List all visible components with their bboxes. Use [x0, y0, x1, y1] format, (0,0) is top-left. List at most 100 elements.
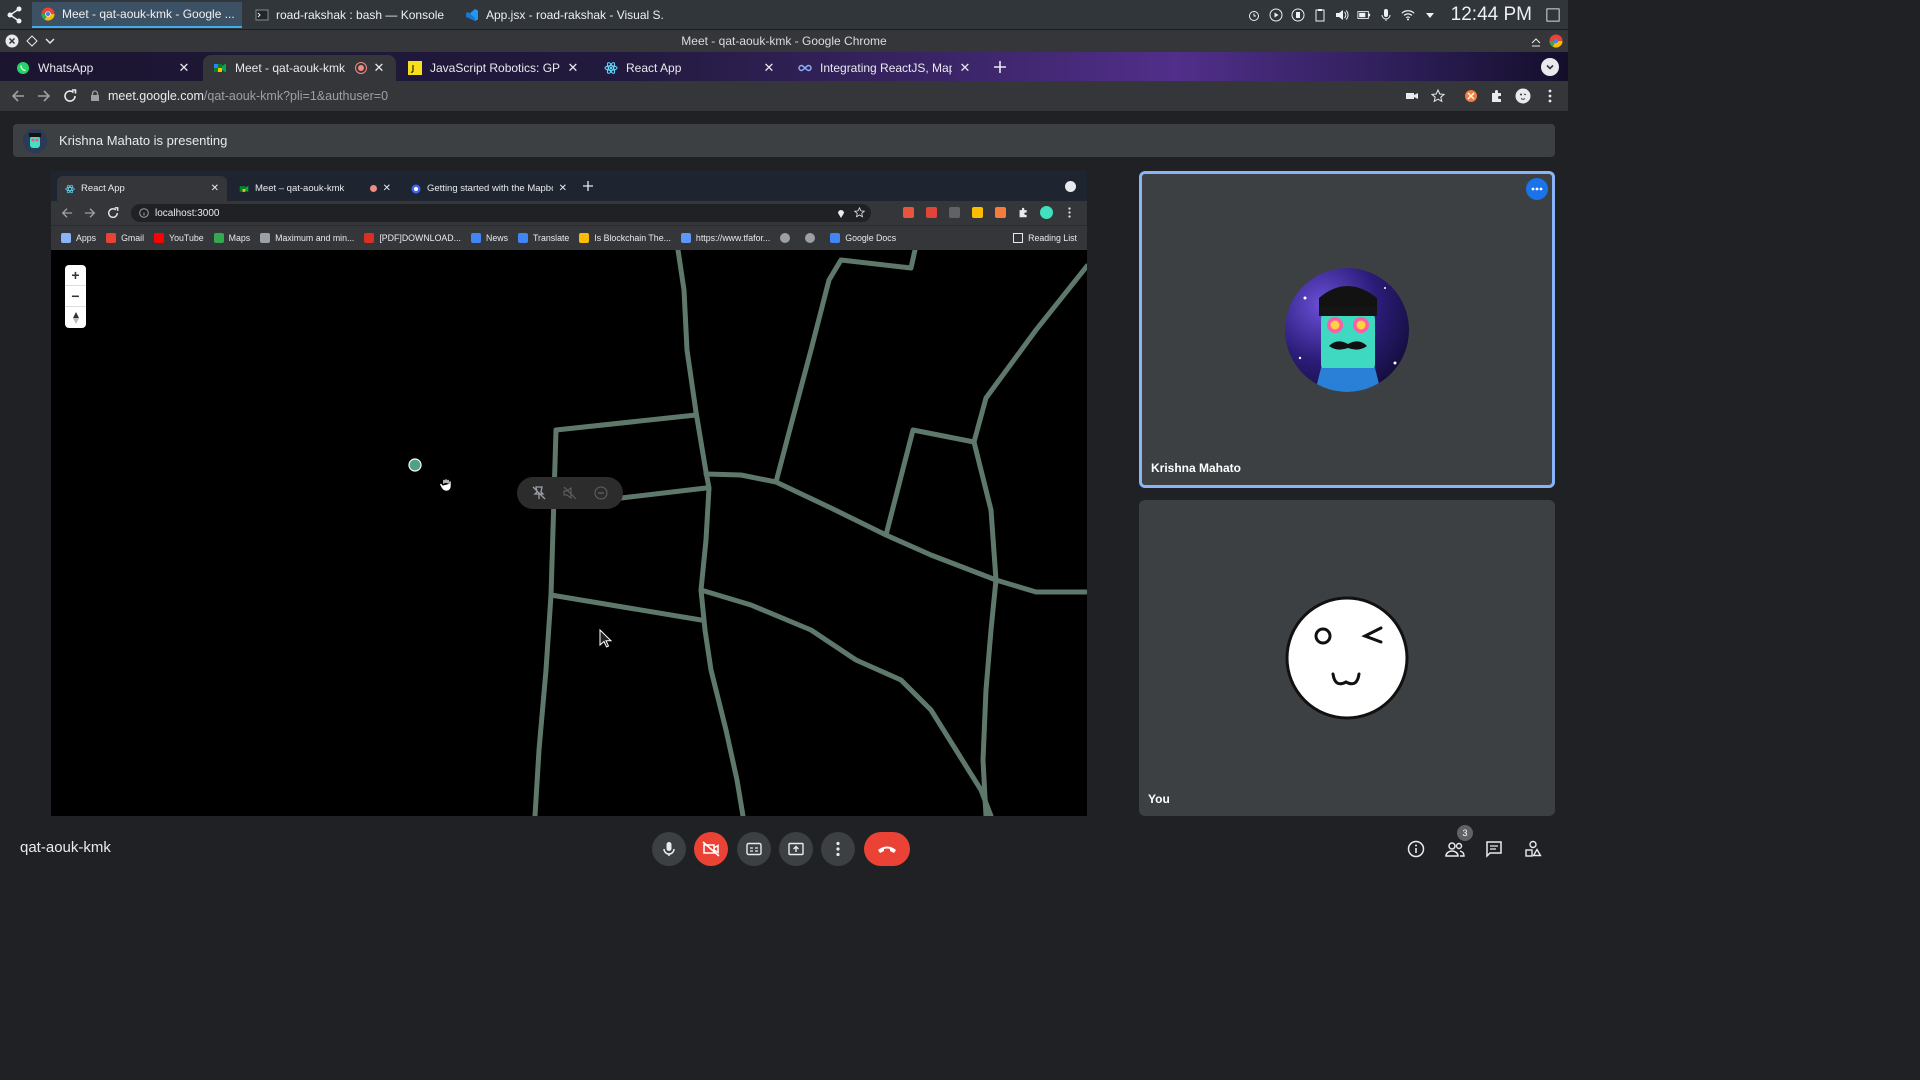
clock[interactable]: 12:44 PM [1451, 4, 1532, 26]
task-chrome-meet[interactable]: Meet - qat-aouk-kmk - Google ... [32, 2, 242, 28]
bookmark-favicon-icon [260, 233, 271, 243]
maximize-icon[interactable] [1528, 33, 1544, 49]
presented-tab-meet: Meet – qat-aouk-kmk ✕ [231, 176, 399, 201]
bookmark-item: Maps [213, 233, 250, 243]
alarm-icon[interactable] [1247, 8, 1261, 22]
bookmark-label: YouTube [169, 233, 204, 243]
captions-icon [746, 842, 762, 856]
bookmark-label: Gmail [121, 233, 145, 243]
recording-indicator-icon [369, 185, 377, 192]
participant-tile-presenter[interactable]: Krishna Mahato [1139, 171, 1555, 488]
zoom-in-button[interactable]: + [65, 265, 86, 286]
map-canvas[interactable]: + − [51, 250, 1087, 816]
bookmark-item: News [470, 233, 508, 243]
bookmark-item [805, 233, 820, 243]
bookmark-favicon-icon [364, 233, 375, 243]
reading-list-label: Reading List [1028, 233, 1077, 243]
map-road [698, 587, 994, 816]
bookmark-favicon-icon [154, 233, 165, 243]
camera-off-button[interactable] [694, 832, 728, 866]
forward-icon[interactable] [36, 88, 52, 104]
battery-icon[interactable] [1357, 8, 1371, 22]
present-screen-button[interactable] [779, 832, 813, 866]
volume-icon[interactable] [1335, 8, 1349, 22]
presented-url: localhost:3000 [155, 207, 220, 219]
camera-off-icon [702, 841, 720, 857]
tab-meet[interactable]: Meet - qat-aouk-kmk ✕ [203, 55, 396, 81]
bookmark-item: [PDF]DOWNLOAD... [364, 233, 461, 243]
participant-tile-self[interactable]: You [1139, 500, 1555, 816]
tab-react-app[interactable]: React App ✕ [594, 55, 786, 81]
reading-list-icon [1013, 233, 1024, 243]
close-tab-icon[interactable]: ✕ [372, 60, 386, 75]
browser-menu-icon[interactable] [1542, 88, 1558, 104]
compass-button[interactable] [65, 307, 86, 328]
tab-js-robotics[interactable]: JavaScript Robotics: GPS - Def ✕ [398, 55, 590, 81]
close-tab-icon[interactable]: ✕ [177, 60, 191, 75]
presentation-stage: React App ✕ Meet – qat-aouk-kmk ✕ Gettin… [51, 171, 1087, 816]
tab-label: JavaScript Robotics: GPS - Def [430, 61, 560, 75]
microphone-icon[interactable] [1379, 8, 1393, 22]
close-tab-icon[interactable]: ✕ [762, 60, 776, 75]
zoom-out-button[interactable]: − [65, 286, 86, 307]
remove-icon[interactable] [592, 484, 610, 502]
new-tab-icon[interactable] [990, 58, 1010, 76]
clipboard-icon[interactable] [1313, 8, 1327, 22]
meeting-details-button[interactable] [1406, 839, 1426, 859]
meet-icon [239, 184, 249, 194]
close-tab-icon[interactable]: ✕ [566, 60, 580, 75]
mute-icon[interactable] [561, 484, 579, 502]
tab-label: Meet - qat-aouk-kmk [235, 61, 346, 75]
unpin-icon[interactable] [530, 484, 548, 502]
address-bar[interactable]: meet.google.com/qat-aouk-kmk?pli=1&authu… [90, 85, 1460, 107]
extensions-puzzle-icon[interactable] [1489, 88, 1505, 104]
presented-tab-label: React App [81, 183, 125, 194]
app-launcher-icon[interactable] [4, 4, 26, 26]
task-konsole[interactable]: road-rakshak : bash — Konsole [246, 2, 450, 28]
chat-button[interactable] [1484, 839, 1504, 859]
show-desktop-icon[interactable] [1546, 8, 1560, 22]
bookmark-label: Is Blockchain The... [594, 233, 671, 243]
participant-name: You [1148, 792, 1170, 806]
more-options-icon[interactable] [1526, 178, 1548, 200]
participants-button[interactable] [1445, 839, 1465, 859]
tab-integrating-reactjs[interactable]: Integrating ReactJS, Mapbox ✕ [788, 55, 982, 81]
mapbox-icon [411, 184, 421, 194]
hang-up-icon [878, 846, 896, 853]
media-play-icon[interactable] [1269, 8, 1283, 22]
back-icon[interactable] [10, 88, 26, 104]
tab-search-icon[interactable] [1541, 58, 1559, 76]
more-options-button[interactable] [821, 832, 855, 866]
browser-tab-strip: WhatsApp ✕ Meet - qat-aouk-kmk ✕ JavaScr… [0, 52, 1568, 81]
camera-in-use-icon[interactable] [1404, 88, 1420, 104]
location-marker[interactable] [408, 458, 422, 472]
reload-icon[interactable] [62, 88, 78, 104]
wifi-icon[interactable] [1401, 8, 1415, 22]
kdeconnect-icon[interactable] [1291, 8, 1305, 22]
leave-call-button[interactable] [864, 832, 910, 866]
task-label: App.jsx - road-rakshak - Visual S... [486, 8, 664, 22]
close-tab-icon: ✕ [558, 183, 567, 194]
bookmark-star-icon[interactable] [1430, 88, 1446, 104]
bookmark-favicon-icon [61, 233, 71, 243]
bookmark-favicon-icon [830, 233, 841, 243]
browser-menu-icon [1068, 207, 1071, 218]
reload-icon [107, 207, 119, 219]
bookmark-favicon-icon [470, 233, 481, 243]
task-vscode[interactable]: App.jsx - road-rakshak - Visual S... [456, 2, 664, 28]
profile-avatar-icon[interactable] [1515, 88, 1531, 104]
microphone-button[interactable] [652, 832, 686, 866]
back-icon [61, 207, 73, 219]
tray-expand-icon[interactable] [1423, 8, 1437, 22]
extension-orange-icon[interactable] [1463, 88, 1479, 104]
bookmark-favicon-icon [805, 233, 816, 243]
captions-button[interactable] [737, 832, 771, 866]
presenter-floating-controls [517, 477, 623, 509]
bookmark-favicon-icon [106, 233, 117, 243]
react-icon [604, 61, 618, 75]
activities-button[interactable] [1523, 839, 1543, 859]
tab-whatsapp[interactable]: WhatsApp ✕ [6, 55, 201, 81]
close-tab-icon[interactable]: ✕ [958, 60, 972, 75]
presented-tab-label: Meet – qat-aouk-kmk [255, 183, 345, 194]
participant-avatar [1285, 596, 1409, 720]
